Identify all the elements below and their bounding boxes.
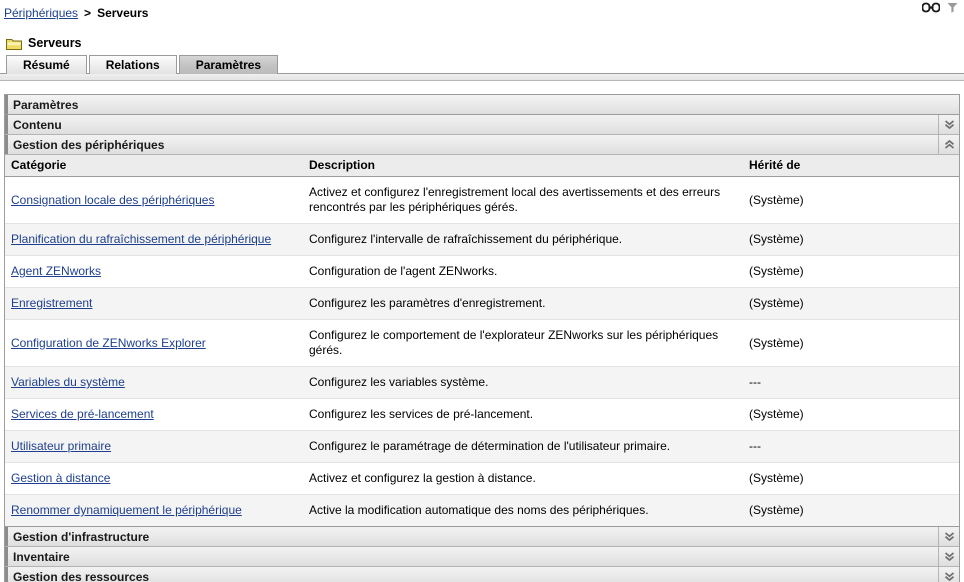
section-header-gestion-des-ressources[interactable]: Gestion des ressources [5,567,959,582]
cell-categorie: Gestion à distance [5,463,303,495]
chevron-double-up-icon[interactable] [938,135,959,154]
breadcrumb: Périphériques > Serveurs [0,0,964,22]
cell-herite-de: (Système) [743,320,959,367]
section-accent-bar [5,115,8,134]
page-title: Serveurs [0,22,964,50]
cell-description: Activez et configurez la gestion à dista… [303,463,743,495]
section-label-gestion-des-ressources: Gestion des ressources [13,570,938,582]
cell-description: Configurez les services de pré-lancement… [303,399,743,431]
section-header-parametres[interactable]: Paramètres [5,95,959,115]
tab-resume[interactable]: Résumé [6,55,87,74]
tab-parametres[interactable]: Paramètres [179,55,278,74]
section-accent-bar [5,527,8,546]
section-accent-bar [5,135,8,154]
setting-link[interactable]: Planification du rafraîchissement de pér… [11,232,271,246]
chevron-double-down-icon[interactable] [938,527,959,546]
cell-categorie: Services de pré-lancement [5,399,303,431]
cell-herite-de: --- [743,367,959,399]
setting-link[interactable]: Configuration de ZENworks Explorer [11,336,206,350]
setting-link[interactable]: Gestion à distance [11,471,110,485]
tab-bar: Résumé Relations Paramètres [0,54,964,74]
cell-description: Configurez les variables système. [303,367,743,399]
section-label-inventaire: Inventaire [13,550,938,564]
table-row: Agent ZENworks Configuration de l'agent Z… [5,256,959,288]
section-label-gestion-des-peripheriques: Gestion des périphériques [13,138,938,152]
cell-herite-de: (Système) [743,288,959,320]
setting-link[interactable]: Renommer dynamiquement le périphérique [11,503,242,517]
tab-shelf [0,74,964,81]
tab-relations[interactable]: Relations [89,55,177,74]
table-row: Renommer dynamiquement le périphérique Ac… [5,495,959,527]
cell-categorie: Planification du rafraîchissement de pér… [5,224,303,256]
table-row: Variables du système Configurez les varia… [5,367,959,399]
cell-herite-de: (Système) [743,256,959,288]
cell-herite-de: (Système) [743,224,959,256]
column-header-categorie: Catégorie [5,155,303,177]
cell-categorie: Agent ZENworks [5,256,303,288]
section-header-gestion-d-infrastructure[interactable]: Gestion d'infrastructure [5,527,959,547]
section-header-gestion-des-peripheriques[interactable]: Gestion des périphériques [5,135,959,155]
table-row: Consignation locale des périphériques Act… [5,177,959,224]
folder-icon [6,37,22,50]
setting-link[interactable]: Consignation locale des périphériques [11,193,214,207]
cell-description: Active la modification automatique des n… [303,495,743,527]
chevron-double-down-icon[interactable] [938,115,959,134]
table-row: Enregistrement Configurez les paramètres … [5,288,959,320]
section-accent-bar [5,567,8,582]
section-label-contenu: Contenu [13,118,938,132]
settings-table: Catégorie Description Hérité de Consigna… [5,155,959,527]
cell-categorie: Configuration de ZENworks Explorer [5,320,303,367]
chevron-double-down-icon[interactable] [938,567,959,582]
breadcrumb-separator: > [84,6,91,20]
link-chain-icon[interactable] [922,2,940,13]
cell-categorie: Utilisateur primaire [5,431,303,463]
cell-description: Configuration de l'agent ZENworks. [303,256,743,288]
chevron-double-down-icon[interactable] [938,547,959,566]
section-accent-bar [5,95,8,114]
cell-description: Configurez le comportement de l'explorat… [303,320,743,367]
cell-herite-de: (Système) [743,399,959,431]
cell-categorie: Enregistrement [5,288,303,320]
table-row: Planification du rafraîchissement de pér… [5,224,959,256]
table-row: Services de pré-lancement Configurez les … [5,399,959,431]
cell-herite-de: (Système) [743,463,959,495]
header-tools [922,2,958,13]
cell-description: Configurez les paramètres d'enregistreme… [303,288,743,320]
table-row: Utilisateur primaire Configurez le paramé… [5,431,959,463]
setting-link[interactable]: Agent ZENworks [11,264,101,278]
section-header-contenu[interactable]: Contenu [5,115,959,135]
cell-categorie: Consignation locale des périphériques [5,177,303,224]
page-title-label: Serveurs [28,36,82,50]
section-accent-bar [5,547,8,566]
table-row: Configuration de ZENworks Explorer Config… [5,320,959,367]
cell-herite-de: (Système) [743,177,959,224]
setting-link[interactable]: Variables du système [11,375,125,389]
table-header-row: Catégorie Description Hérité de [5,155,959,177]
cell-herite-de: (Système) [743,495,959,527]
cell-description: Configurez l'intervalle de rafraîchissem… [303,224,743,256]
cell-herite-de: --- [743,431,959,463]
section-header-inventaire[interactable]: Inventaire [5,547,959,567]
section-label-parametres: Paramètres [13,98,959,112]
setting-link[interactable]: Enregistrement [11,296,92,310]
breadcrumb-current-serveurs: Serveurs [97,6,148,20]
column-header-herite-de: Hérité de [743,155,959,177]
settings-panel: Paramètres Contenu Gestion des périphéri… [4,94,960,582]
setting-link[interactable]: Utilisateur primaire [11,439,111,453]
cell-categorie: Variables du système [5,367,303,399]
column-header-description: Description [303,155,743,177]
setting-link[interactable]: Services de pré-lancement [11,407,154,421]
cell-description: Activez et configurez l'enregistrement l… [303,177,743,224]
cell-categorie: Renommer dynamiquement le périphérique [5,495,303,527]
breadcrumb-link-peripheriques[interactable]: Périphériques [4,6,78,20]
cell-description: Configurez le paramétrage de déterminati… [303,431,743,463]
table-row: Gestion à distance Activez et configurez … [5,463,959,495]
filter-dropdown-icon[interactable] [947,2,958,13]
section-label-gestion-d-infrastructure: Gestion d'infrastructure [13,530,938,544]
